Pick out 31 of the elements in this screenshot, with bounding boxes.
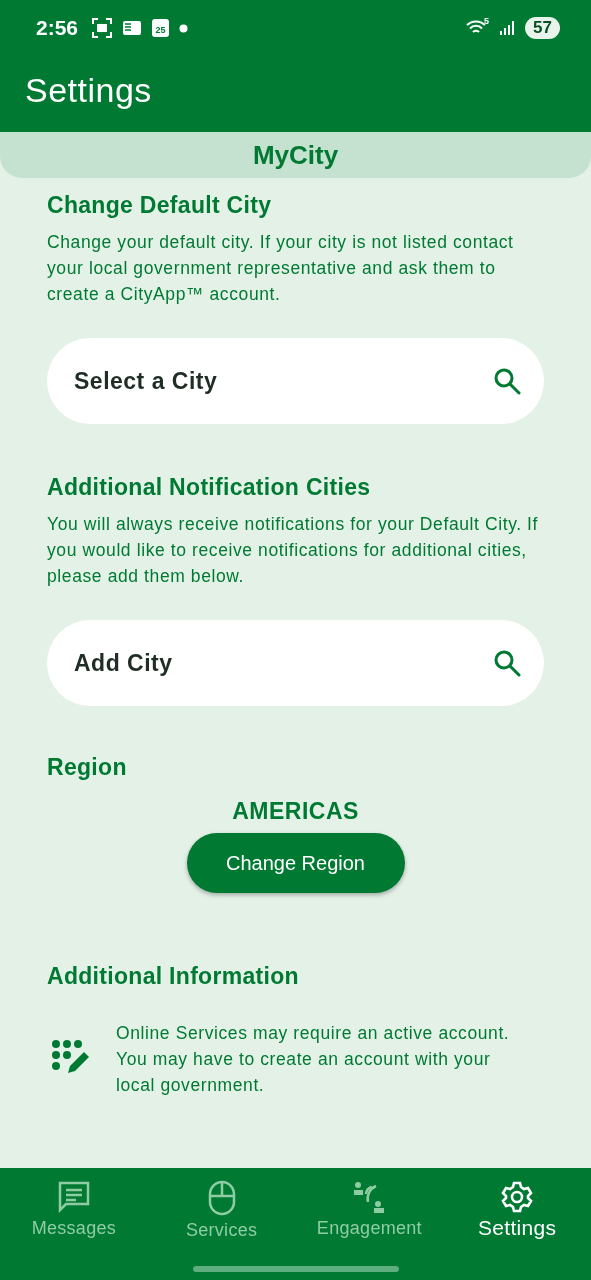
search-input[interactable]: Add City — [72, 648, 492, 678]
people-signal-icon — [352, 1180, 387, 1214]
nav-tab[interactable]: Messages — [0, 1168, 148, 1260]
card-icon — [122, 19, 143, 37]
nav-tab[interactable]: Engagement — [295, 1168, 444, 1260]
section-heading: Change Default City — [47, 192, 273, 219]
change-region-button[interactable]: Change Region — [186, 833, 405, 893]
nav-tab[interactable]: Services — [147, 1168, 296, 1260]
search-input[interactable]: Select a City — [72, 366, 492, 396]
section-heading: Additional Information — [47, 963, 300, 990]
region-value: AMERICAS — [231, 798, 360, 825]
settings-icon — [500, 1180, 535, 1214]
section-heading: Region — [47, 754, 128, 781]
search-icon[interactable] — [492, 366, 522, 396]
calendar-icon: 25 — [152, 19, 170, 37]
message-icon — [56, 1180, 91, 1214]
section-heading: Additional Notification Cities — [47, 474, 372, 501]
battery-level: 57 — [525, 17, 560, 39]
info-text: Online Services may require an active account. You may have to create an account with your local government. — [116, 1022, 511, 1097]
nav-tab[interactable]: Settings — [443, 1168, 591, 1260]
signal-icon — [499, 20, 516, 36]
description: You will always receive notifications for your Default City. If you would like to receive notifications for additional cities, please add them below. — [47, 513, 540, 588]
search-icon[interactable] — [492, 648, 522, 678]
clock: 2:56 — [36, 16, 79, 40]
network-label: 5 — [484, 16, 490, 26]
notification-dot-icon — [179, 23, 189, 33]
app-title: Settings — [24, 70, 153, 111]
search-field[interactable]: Select a City — [47, 338, 544, 424]
search-field[interactable]: Add City — [47, 620, 544, 706]
description: Change your default city. If your city is not listed contact your local government representative and ask them to create a CityApp™ account. — [47, 231, 515, 306]
screenshot-icon — [92, 18, 113, 38]
